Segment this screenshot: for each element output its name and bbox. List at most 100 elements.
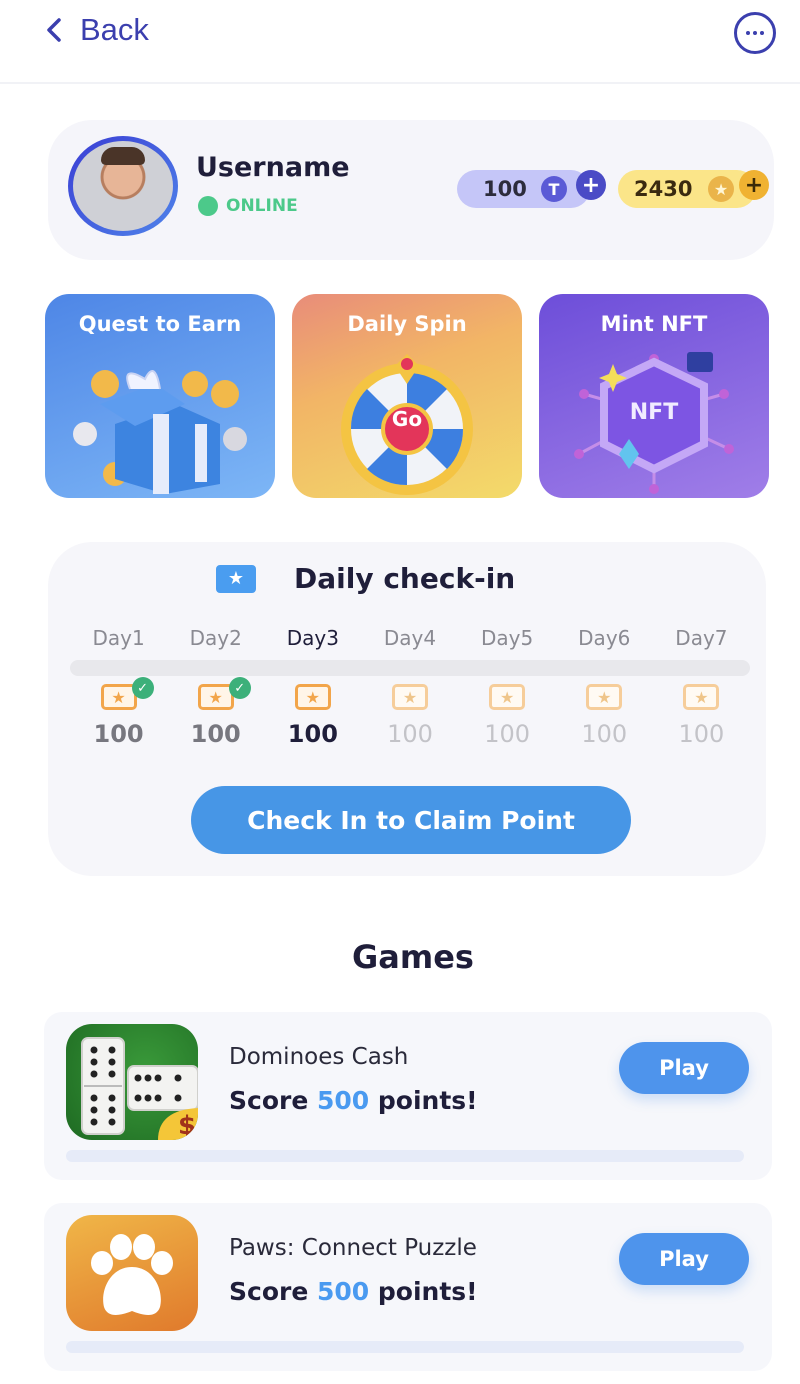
token-balance: 100: [483, 177, 527, 201]
game-name: Paws: Connect Puzzle: [229, 1235, 477, 1261]
day-column: Day3: [264, 626, 361, 650]
game-goal: Score 500 points!: [229, 1086, 478, 1115]
avatar-image: [73, 141, 173, 231]
game-name: Dominoes Cash: [229, 1044, 409, 1070]
play-button[interactable]: Play: [619, 1042, 749, 1094]
token-balance-badge: 100 T: [457, 170, 590, 208]
day-label: Day5: [481, 626, 534, 650]
star-balance-badge: 2430 ★: [618, 170, 756, 208]
day-column: Day1: [70, 626, 167, 650]
game-progress-bar: [66, 1150, 744, 1162]
goal-suffix: points!: [369, 1277, 478, 1306]
day-labels: Day1 Day2 Day3 Day4 Day5 Day6 Day7: [70, 626, 750, 650]
checkmark-icon: ✓: [228, 677, 251, 699]
star-ticket-icon: ★: [683, 684, 720, 710]
game-item: Paws: Connect Puzzle Score 500 points! P…: [44, 1203, 772, 1371]
day-column: Day7: [653, 626, 750, 650]
star-ticket-icon: ★: [391, 684, 428, 710]
checkin-title: Daily check-in: [294, 562, 516, 595]
more-options-button[interactable]: [734, 12, 776, 54]
day-label: Day7: [675, 626, 728, 650]
checkmark-icon: ✓: [131, 677, 154, 699]
day-reward: ★ ✓ 100: [70, 677, 167, 748]
star-ticket-icon: ★: [586, 684, 623, 710]
status-dot-icon: [198, 196, 218, 216]
day-points: 100: [190, 720, 241, 748]
day-label: Day4: [383, 626, 437, 650]
day-reward[interactable]: ★ 100: [264, 684, 361, 748]
paw-game-icon: [66, 1215, 198, 1331]
day-points: 100: [581, 720, 628, 748]
day-column: Day5: [459, 626, 556, 650]
star-glyph: ★: [402, 687, 418, 707]
add-star-button[interactable]: +: [739, 170, 769, 200]
star-ticket-icon: ★: [489, 684, 526, 710]
spin-go-label: Go: [391, 407, 423, 431]
back-label: Back: [80, 12, 149, 47]
day-rewards: ★ ✓ 100 ★ ✓ 100 ★ 100 ★ 100 ★ 100 ★ 100 ★ 100: [70, 677, 750, 748]
day-label: Day3: [286, 626, 339, 650]
star-ticket-icon: ★: [294, 684, 331, 710]
day-column: Day6: [556, 626, 653, 650]
star-glyph: ★: [694, 687, 709, 707]
star-ticket-icon: ★ ✓: [100, 677, 154, 710]
day-column: Day2: [167, 626, 264, 650]
game-goal: Score 500 points!: [229, 1277, 478, 1306]
day-reward: ★ 100: [459, 684, 556, 748]
status-label: ONLINE: [226, 196, 298, 216]
play-button[interactable]: Play: [619, 1233, 749, 1285]
game-item: $ Dominoes Cash Score 500 points! Play: [44, 1012, 772, 1180]
card-title: Mint NFT: [600, 312, 708, 336]
back-button[interactable]: Back: [42, 12, 149, 48]
star-glyph: ★: [597, 687, 612, 707]
username: Username: [196, 152, 350, 183]
day-reward: ★ 100: [653, 684, 750, 748]
daily-spin-card[interactable]: Daily Spin Go: [292, 294, 522, 498]
star-ticket-icon: ★: [216, 564, 256, 593]
quest-to-earn-card[interactable]: Quest to Earn: [45, 294, 275, 498]
card-title: Daily Spin: [347, 312, 467, 336]
star-glyph: ★: [499, 687, 515, 707]
goal-prefix: Score: [229, 1086, 317, 1115]
more-horizontal-icon: [746, 31, 764, 35]
day-reward: ★ 100: [361, 684, 458, 748]
token-coin-icon: T: [541, 176, 567, 202]
goal-value: 500: [317, 1277, 370, 1306]
day-points: 100: [287, 720, 338, 748]
day-points: 100: [387, 720, 433, 748]
top-bar: Back: [0, 0, 800, 84]
checkin-progress-bar: [70, 660, 750, 676]
add-token-button[interactable]: +: [576, 170, 606, 200]
card-title: Quest to Earn: [78, 312, 242, 336]
avatar[interactable]: [68, 136, 178, 236]
star-glyph: ★: [208, 687, 223, 707]
daily-checkin-panel: ★ Daily check-in Day1 Day2 Day3 Day4 Day5 Day…: [48, 542, 766, 876]
day-points: 100: [93, 720, 144, 748]
day-reward: ★ 100: [556, 684, 653, 748]
day-points: 100: [484, 720, 531, 748]
nft-badge-label: NFT: [629, 400, 679, 425]
chevron-left-icon: [47, 18, 61, 42]
day-column: Day4: [361, 626, 458, 650]
star-glyph: ★: [111, 687, 126, 707]
svg-text:$: $: [178, 1111, 196, 1140]
day-label: Day2: [189, 626, 242, 650]
star-ticket-icon: ★ ✓: [197, 677, 251, 710]
mint-nft-card[interactable]: Mint NFT NFT: [539, 294, 769, 498]
day-label: Day1: [92, 626, 145, 650]
game-progress-bar: [66, 1341, 744, 1353]
goal-prefix: Score: [229, 1277, 317, 1306]
goal-value: 500: [317, 1086, 370, 1115]
goal-suffix: points!: [369, 1086, 478, 1115]
gift-box-icon: [73, 370, 247, 494]
check-in-button[interactable]: Check In to Claim Point: [191, 786, 631, 854]
day-reward: ★ ✓ 100: [167, 677, 264, 748]
online-status: ONLINE: [198, 196, 298, 216]
checkin-header: ★ Daily check-in: [216, 562, 515, 595]
star-coin-icon: ★: [708, 176, 734, 202]
star-glyph: ★: [305, 687, 321, 707]
day-points: 100: [678, 720, 725, 748]
star-balance: 2430: [634, 177, 693, 201]
dominoes-game-icon: $: [66, 1024, 198, 1140]
games-heading: Games: [352, 938, 474, 976]
